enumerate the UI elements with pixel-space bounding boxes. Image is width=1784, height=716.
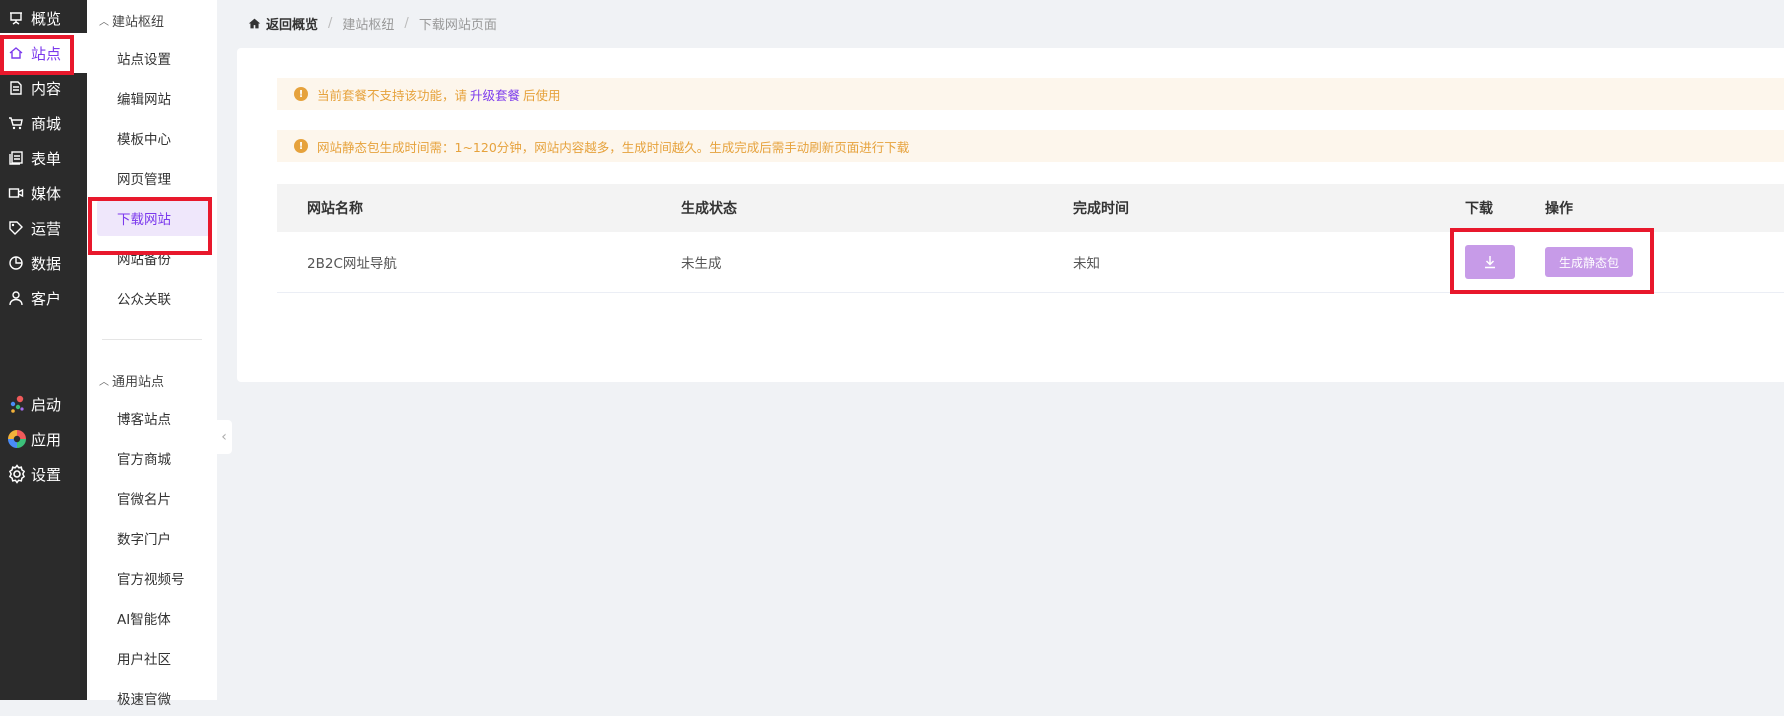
submenu-template-center[interactable]: 模板中心 <box>97 120 210 156</box>
breadcrumb-separator: / <box>404 15 409 31</box>
site-submenu: ︿ 建站枢纽 站点设置 编辑网站 模板中心 网页管理 下载网站 网站备份 公众关… <box>87 0 217 708</box>
group-title-general-sites[interactable]: ︿ 通用站点 <box>99 360 164 400</box>
cart-icon <box>8 115 24 131</box>
header-status: 生成状态 <box>681 201 737 217</box>
submenu-download-site[interactable]: 下载网站 <box>97 200 210 236</box>
submenu-page-management[interactable]: 网页管理 <box>97 160 210 196</box>
nav-media-label: 媒体 <box>31 184 62 203</box>
launch-dots-icon <box>7 394 27 414</box>
nav-apps-label: 应用 <box>31 430 62 449</box>
form-icon <box>8 150 24 166</box>
submenu-official-card[interactable]: 官微名片 <box>97 480 210 516</box>
tag-icon <box>8 220 24 236</box>
nav-forms-label: 表单 <box>31 149 62 168</box>
submenu-site-settings[interactable]: 站点设置 <box>97 40 210 76</box>
table-row: 2B2C网址导航 未生成 未知 生成静态包 <box>277 232 1784 293</box>
breadcrumb-separator: / <box>328 15 333 31</box>
nav-settings[interactable]: 设置 <box>0 454 87 494</box>
nav-overview-label: 概览 <box>31 9 62 28</box>
cell-site-name: 2B2C网址导航 <box>307 256 397 272</box>
breadcrumb: 返回概览 / 建站枢纽 / 下载网站页面 <box>248 12 497 34</box>
apps-color-icon <box>7 429 27 449</box>
chevron-left-icon: ‹ <box>221 429 227 445</box>
generation-time-alert: ! 网站静态包生成时间需：1~120分钟，网站内容越多，生成时间越久。生成完成后… <box>277 130 1784 162</box>
breadcrumb-current-page: 下载网站页面 <box>418 17 497 33</box>
submenu-ai-agent[interactable]: AI智能体 <box>97 600 210 636</box>
nav-sites[interactable]: 站点 <box>0 33 87 73</box>
nav-apps[interactable]: 应用 <box>0 419 87 459</box>
home-icon <box>248 18 261 28</box>
upgrade-plan-link[interactable]: 升级套餐 <box>470 85 520 104</box>
gear-icon <box>7 464 27 484</box>
nav-media[interactable]: 媒体 <box>0 173 87 213</box>
generate-static-package-button[interactable]: 生成静态包 <box>1545 247 1634 277</box>
header-download: 下载 <box>1465 201 1493 217</box>
chevron-up-icon: ︿ <box>99 376 109 388</box>
nav-shop[interactable]: 商城 <box>0 103 87 143</box>
warning-icon: ! <box>294 87 308 101</box>
nav-settings-label: 设置 <box>31 465 62 484</box>
download-site-card: ! 当前套餐不支持该功能，请 升级套餐 后使用 ! 网站静态包生成时间需：1~1… <box>237 48 1784 382</box>
group-title-site-hub[interactable]: ︿ 建站枢纽 <box>99 0 164 40</box>
nav-content-label: 内容 <box>31 79 62 98</box>
nav-customers-label: 客户 <box>31 289 62 308</box>
nav-operations[interactable]: 运营 <box>0 208 87 248</box>
submenu-digital-portal[interactable]: 数字门户 <box>97 520 210 556</box>
breadcrumb-site-hub[interactable]: 建站枢纽 <box>342 14 394 33</box>
submenu-user-community[interactable]: 用户社区 <box>97 640 210 676</box>
nav-data[interactable]: 数据 <box>0 243 87 283</box>
nav-launch[interactable]: 启动 <box>0 384 87 424</box>
breadcrumb-home[interactable]: 返回概览 <box>248 14 318 33</box>
presentation-icon <box>8 10 24 26</box>
submenu-edit-site[interactable]: 编辑网站 <box>97 80 210 116</box>
pie-chart-icon <box>8 255 24 271</box>
plan-warning-alert: ! 当前套餐不支持该功能，请 升级套餐 后使用 <box>277 78 1784 110</box>
nav-shop-label: 商城 <box>31 114 62 133</box>
nav-content[interactable]: 内容 <box>0 68 87 108</box>
warning-icon: ! <box>294 139 308 153</box>
nav-customers[interactable]: 客户 <box>0 278 87 318</box>
cell-status: 未生成 <box>681 256 722 272</box>
submenu-site-backup[interactable]: 网站备份 <box>97 240 210 276</box>
user-icon <box>8 290 24 306</box>
submenu-fast-official[interactable]: 极速官微 <box>97 680 210 716</box>
nav-sites-label: 站点 <box>31 44 62 63</box>
document-icon <box>8 80 24 96</box>
nav-data-label: 数据 <box>31 254 62 273</box>
main-nav-rail: 概览 站点 内容 商城 表单 媒体 运营 数据 客户 启动 应用 设置 <box>0 0 87 700</box>
home-icon <box>8 45 24 61</box>
submenu-blog-site[interactable]: 博客站点 <box>97 400 210 436</box>
chevron-up-icon: ︿ <box>99 16 109 28</box>
header-site-name: 网站名称 <box>307 201 363 217</box>
table-header: 网站名称 生成状态 完成时间 下载 操作 <box>277 184 1784 232</box>
cell-finish-time: 未知 <box>1073 256 1100 272</box>
site-package-table: 网站名称 生成状态 完成时间 下载 操作 2B2C网址导航 未生成 未知 生成静… <box>277 184 1784 293</box>
nav-operations-label: 运营 <box>31 219 62 238</box>
nav-launch-label: 启动 <box>31 395 62 414</box>
collapse-sidebar-handle[interactable]: ‹ <box>216 420 232 454</box>
nav-forms[interactable]: 表单 <box>0 138 87 178</box>
submenu-official-mall[interactable]: 官方商城 <box>97 440 210 476</box>
download-icon <box>1485 256 1495 269</box>
submenu-public-link[interactable]: 公众关联 <box>97 280 210 316</box>
download-button[interactable] <box>1465 245 1515 279</box>
header-action: 操作 <box>1545 201 1573 217</box>
video-icon <box>8 185 24 201</box>
submenu-divider <box>102 339 202 340</box>
submenu-official-video[interactable]: 官方视频号 <box>97 560 210 596</box>
header-finish-time: 完成时间 <box>1073 201 1129 217</box>
